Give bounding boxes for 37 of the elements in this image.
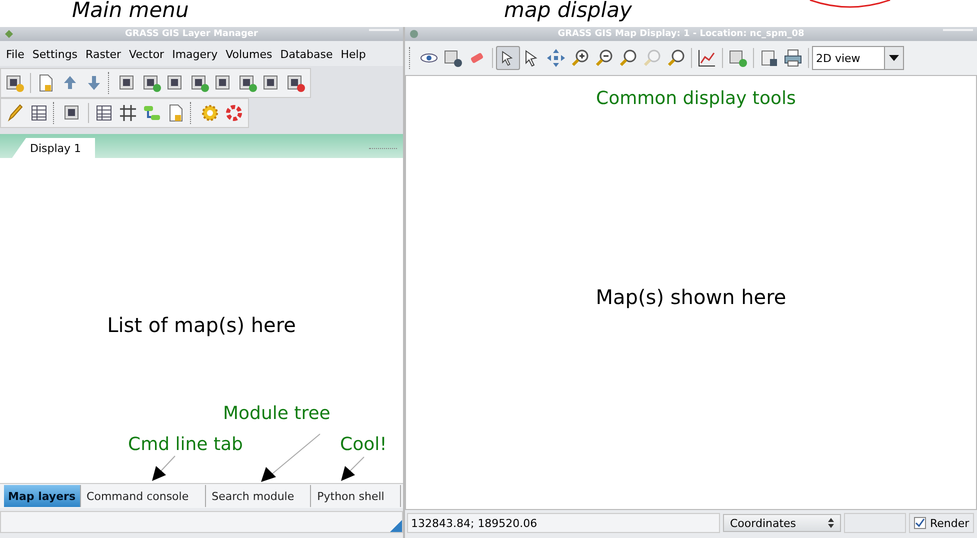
spinner-arrows-icon[interactable] — [828, 518, 834, 528]
panel-tab[interactable]: Command console — [80, 485, 206, 507]
annotation-text: Cmd line tab — [128, 434, 243, 455]
menu-item[interactable]: Settings — [28, 46, 82, 63]
arrow — [341, 456, 364, 481]
checkmark-icon — [915, 518, 925, 528]
menu-item[interactable]: Vector — [125, 46, 168, 63]
arrow — [261, 434, 320, 482]
view-mode-dropdown[interactable]: 2D view — [812, 46, 904, 70]
status-mode-dropdown[interactable]: Coordinates — [723, 514, 841, 532]
caret-icon[interactable] — [889, 55, 899, 61]
panel-tab[interactable]: Map layers — [4, 485, 81, 507]
menu-item[interactable]: Volumes — [222, 46, 276, 63]
menu-item[interactable]: File — [2, 46, 28, 63]
panel-tab[interactable]: Search module — [206, 485, 312, 507]
caption: Main menu — [72, 0, 189, 22]
input-field[interactable] — [844, 513, 906, 533]
menu-item[interactable]: Database — [276, 46, 337, 63]
annotation-text: Module tree — [223, 403, 330, 424]
panel-tab[interactable]: Python shell — [311, 485, 402, 507]
ellipse-mark-icon — [808, 0, 892, 8]
leaf-icon — [4, 29, 14, 39]
annotation-text: List of map(s) here — [107, 312, 296, 336]
menu-item[interactable]: Imagery — [168, 46, 222, 63]
window-title: GRASS GIS Layer Manager — [124, 29, 259, 39]
resize-grip-icon[interactable] — [390, 520, 402, 532]
menu-item[interactable]: Raster — [82, 46, 126, 63]
caption: map display — [504, 0, 632, 22]
render-checkbox[interactable]: Render — [909, 513, 974, 533]
coordinates-field: 132843.84; 189520.06 — [407, 513, 720, 533]
annotation-text: Cool! — [340, 434, 387, 455]
menu-item[interactable]: Help — [336, 46, 370, 63]
arrow — [152, 456, 176, 481]
annotation-text: Common display tools — [596, 88, 796, 109]
annotation-text: Map(s) shown here — [596, 284, 786, 308]
window-title: GRASS GIS Map Display: 1 - Location: nc_spm_08 — [556, 29, 806, 39]
display-tab[interactable]: Display 1 — [12, 138, 96, 158]
